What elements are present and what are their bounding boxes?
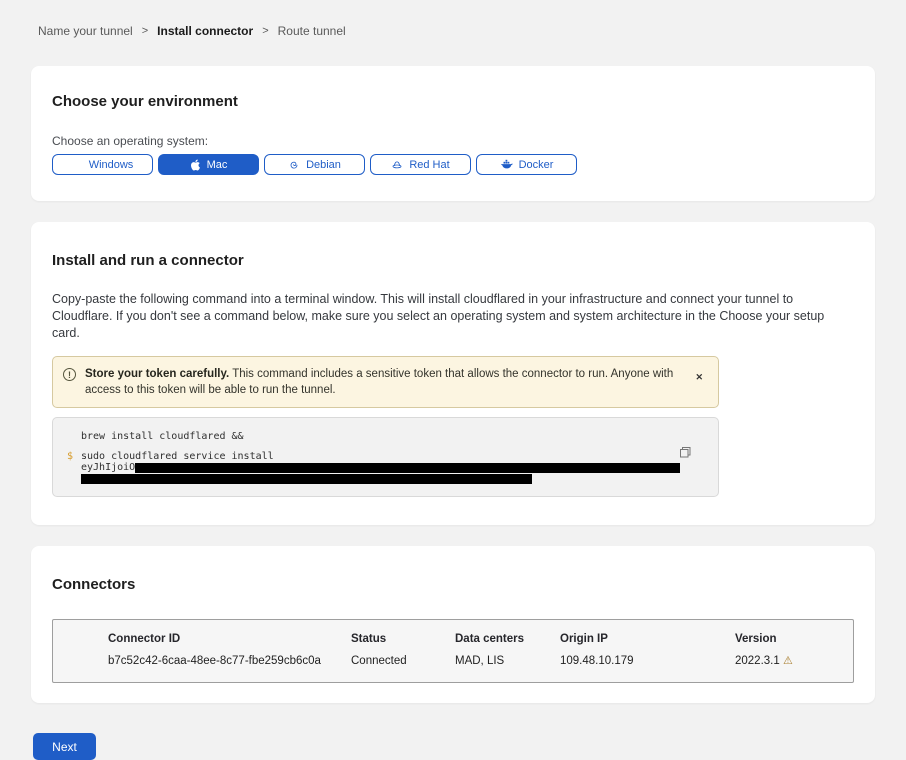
os-button-windows[interactable]: Windows <box>52 154 153 175</box>
alert-circle-icon: ! <box>63 368 76 381</box>
next-button[interactable]: Next <box>33 733 96 760</box>
table-header-row: Connector ID Status Data centers Origin … <box>53 633 853 654</box>
prompt-spacer <box>67 431 81 442</box>
header-version: Version <box>735 633 853 654</box>
header-data-centers: Data centers <box>455 633 560 654</box>
apple-icon <box>190 158 201 171</box>
code-line-4 <box>67 474 704 484</box>
code-line-2: $ sudo cloudflared service install <box>67 451 704 462</box>
header-status: Status <box>351 633 455 654</box>
install-command-code-block: brew install cloudflared && $ sudo cloud… <box>52 417 719 497</box>
environment-card-title: Choose your environment <box>52 93 854 110</box>
os-button-docker[interactable]: Docker <box>476 154 577 175</box>
shell-prompt: $ <box>67 451 81 462</box>
os-button-label: Red Hat <box>409 159 449 171</box>
token-warning-banner: ! Store your token carefully. This comma… <box>52 356 719 408</box>
breadcrumb-route-tunnel: Route tunnel <box>278 24 346 38</box>
os-button-label: Windows <box>89 159 134 171</box>
os-button-label: Debian <box>306 159 341 171</box>
prompt-spacer <box>67 463 81 473</box>
prompt-spacer <box>67 474 81 484</box>
os-select-label: Choose an operating system: <box>52 134 854 148</box>
code-line-3: eyJhIjoiO <box>67 463 704 473</box>
install-description: Copy-paste the following command into a … <box>52 291 852 342</box>
connectors-card: Connectors Connector ID Status Data cent… <box>31 546 875 703</box>
docker-icon <box>500 159 513 170</box>
connectors-card-title: Connectors <box>52 576 854 593</box>
header-origin-ip: Origin IP <box>560 633 735 654</box>
token-prefix: eyJhIjoiO <box>81 463 135 473</box>
os-button-redhat[interactable]: Red Hat <box>370 154 471 175</box>
os-button-label: Docker <box>519 159 554 171</box>
breadcrumb-install-connector: Install connector <box>157 24 253 38</box>
header-connector-id: Connector ID <box>53 633 351 654</box>
install-connector-card: Install and run a connector Copy-paste t… <box>31 222 875 525</box>
redacted-token-bar <box>81 474 532 484</box>
breadcrumb-name-your-tunnel: Name your tunnel <box>38 24 133 38</box>
cell-data-centers: MAD, LIS <box>455 654 560 667</box>
install-card-title: Install and run a connector <box>52 252 854 269</box>
choose-environment-card: Choose your environment Choose an operat… <box>31 66 875 201</box>
breadcrumb-separator: > <box>262 25 268 37</box>
debian-icon <box>288 159 300 171</box>
connectors-table: Connector ID Status Data centers Origin … <box>52 619 854 683</box>
os-button-row: Windows Mac Debian Red Hat Docker <box>52 154 854 175</box>
copy-icon[interactable] <box>679 446 692 462</box>
cell-origin-ip: 109.48.10.179 <box>560 654 735 667</box>
redacted-token-bar <box>135 463 680 473</box>
windows-icon <box>72 159 83 170</box>
status-badge: Connected <box>351 654 455 667</box>
os-button-mac[interactable]: Mac <box>158 154 259 175</box>
code-text: sudo cloudflared service install <box>81 451 274 462</box>
version-warning-icon: ⚠ <box>783 655 793 667</box>
cell-version: 2022.3.1 ⚠ <box>735 654 853 667</box>
warning-text: Store your token carefully. This command… <box>85 366 686 398</box>
os-button-debian[interactable]: Debian <box>264 154 365 175</box>
os-button-label: Mac <box>207 159 228 171</box>
close-icon[interactable]: ✕ <box>695 372 703 383</box>
table-row: b7c52c42-6caa-48ee-8c77-fbe259cb6c0a Con… <box>53 654 853 667</box>
code-line-1: brew install cloudflared && <box>67 431 704 442</box>
redhat-icon <box>391 159 403 171</box>
breadcrumb-separator: > <box>142 25 148 37</box>
cell-connector-id: b7c52c42-6caa-48ee-8c77-fbe259cb6c0a <box>53 654 351 667</box>
warning-title: Store your token carefully. <box>85 368 229 380</box>
breadcrumb: Name your tunnel > Install connector > R… <box>0 0 906 38</box>
code-text: brew install cloudflared && <box>81 431 244 442</box>
